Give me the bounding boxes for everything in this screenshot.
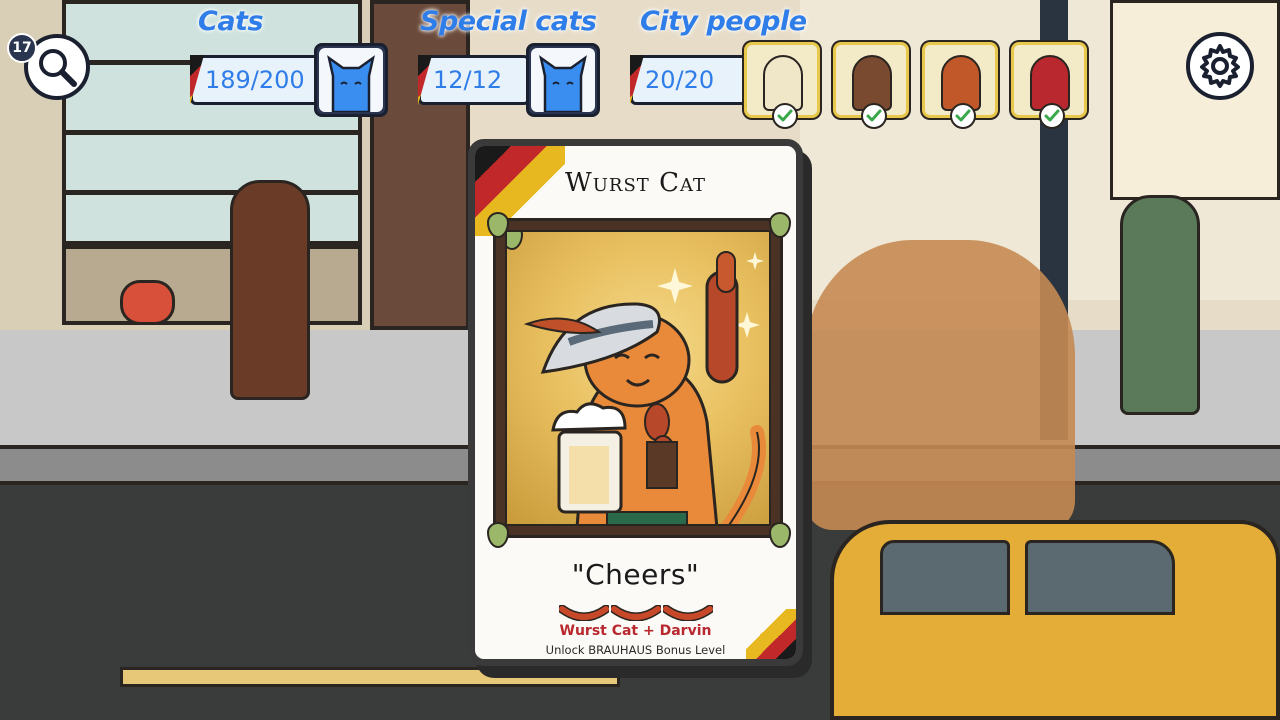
hint-count: 17 (12, 40, 32, 56)
magnifier-icon (39, 49, 77, 87)
hop-ornament (487, 522, 509, 548)
sausage-icon (662, 605, 713, 621)
city-people-label: City people (640, 6, 807, 37)
cats-icon-box[interactable] (314, 43, 388, 117)
city-person-card-2[interactable] (833, 42, 909, 129)
found-check-badge (1039, 103, 1065, 129)
sausage-divider (475, 605, 796, 621)
sausage-icon (610, 605, 661, 621)
blue-cat-icon (327, 55, 375, 112)
price-poster (1110, 0, 1280, 200)
found-check-badge (950, 103, 976, 129)
taxi-window (1025, 540, 1175, 615)
shop-shelf (62, 190, 362, 195)
card-combo: Wurst Cat + Darvin (559, 623, 712, 639)
shop-base (62, 245, 362, 325)
card-unlock-text: Unlock BRAUHAUS Bonus Level (545, 643, 726, 657)
gear-icon (1200, 44, 1240, 88)
checkmark-icon (866, 109, 882, 122)
special-cats-count: 12/12 (433, 66, 503, 94)
blue-cat-icon (539, 55, 587, 112)
red-cat[interactable] (120, 280, 175, 325)
checkmark-icon (1044, 109, 1060, 122)
taxi-window (880, 540, 1010, 615)
shop-shelf (62, 130, 362, 135)
city-person-card-4[interactable] (1011, 42, 1087, 129)
walking-woman[interactable] (230, 180, 310, 400)
hop-ornament (769, 522, 791, 548)
card-quote: "Cheers" (571, 558, 700, 591)
cats-count: 189/200 (205, 66, 305, 94)
checkmark-icon (777, 109, 793, 122)
hint-count-badge: 17 (7, 33, 37, 63)
special-cats-label: Special cats (420, 6, 597, 37)
city-person-card-1[interactable] (744, 42, 820, 129)
hop-ornament (769, 212, 791, 238)
city-people-count: 20/20 (645, 66, 715, 94)
checkmark-icon (955, 109, 971, 122)
city-people-counter: 20/20 (630, 55, 748, 105)
crowd-group[interactable] (805, 240, 1075, 530)
wurst-cat-image (523, 251, 766, 524)
sausage-icon (558, 605, 609, 621)
wurst-cat-illustration (505, 230, 771, 526)
cats-label: Cats (198, 6, 264, 37)
cats-counter: 189/200 (190, 55, 320, 105)
special-cats-icon-box[interactable] (526, 43, 600, 117)
city-person-card-3[interactable] (922, 42, 998, 129)
card-title: Wurst Cat (565, 168, 706, 198)
found-check-badge (772, 103, 798, 129)
special-cat-card[interactable]: Wurst Cat "Cheers" Wurst Cat + Darvin Un… (468, 139, 803, 666)
special-cats-counter: 12/12 (418, 55, 530, 105)
found-check-badge (861, 103, 887, 129)
settings-button[interactable] (1186, 32, 1254, 100)
waiter-man[interactable] (1120, 195, 1200, 415)
card-art-frame (493, 218, 783, 538)
